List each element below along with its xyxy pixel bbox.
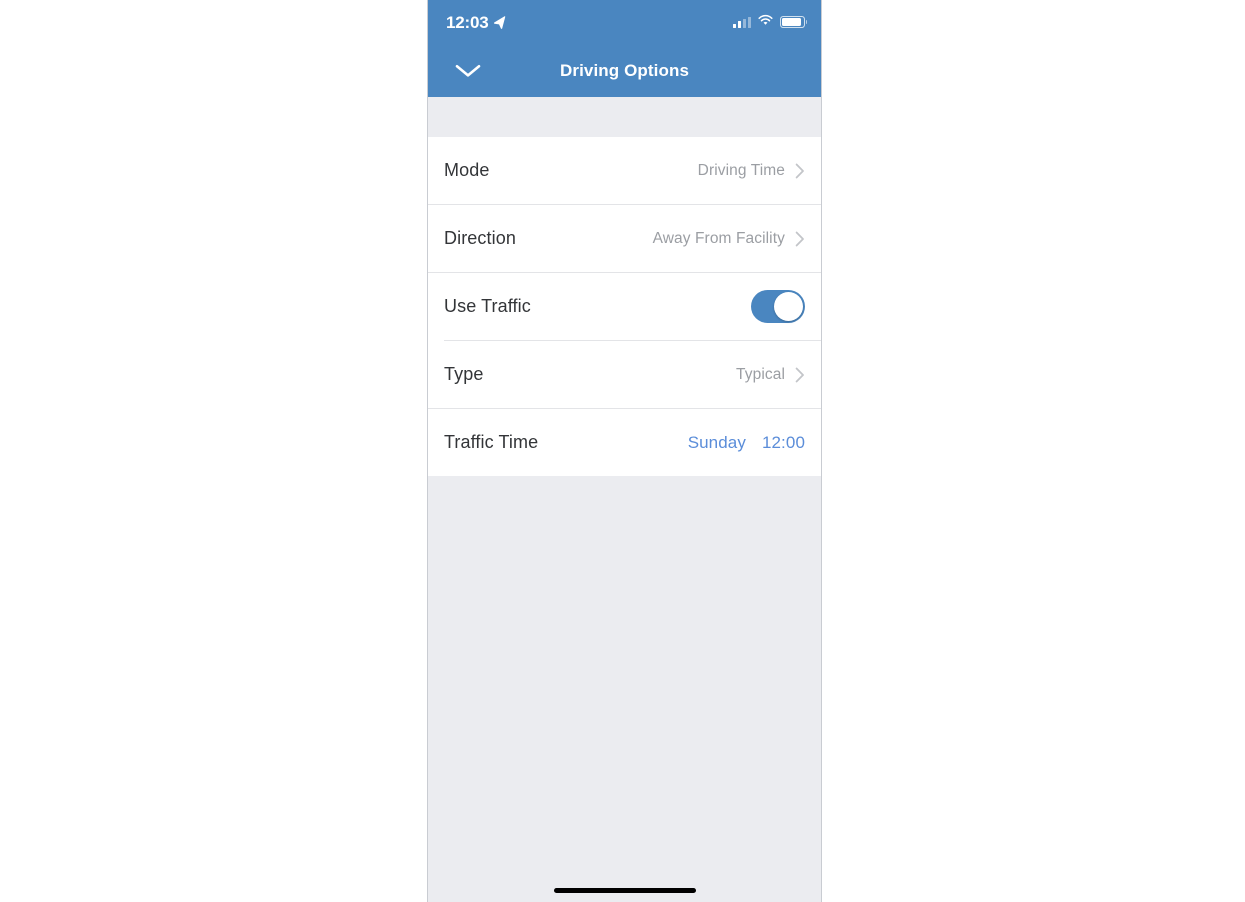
row-type-value-group: Typical	[736, 366, 805, 384]
row-traffic-time-label: Traffic Time	[444, 432, 539, 452]
chevron-down-icon[interactable]	[442, 49, 494, 93]
row-type-value: Typical	[736, 365, 785, 383]
cellular-signal-icon	[733, 16, 751, 28]
home-indicator[interactable]	[553, 888, 696, 893]
wifi-icon	[757, 13, 774, 31]
row-mode-label: Mode	[444, 160, 490, 180]
toggle-knob	[773, 291, 803, 322]
row-direction-label: Direction	[444, 228, 516, 248]
use-traffic-toggle[interactable]	[751, 290, 805, 323]
chevron-right-icon	[795, 367, 805, 383]
status-bar-right	[733, 13, 808, 31]
row-traffic-time-value-group: Sunday 12:00	[688, 433, 805, 453]
row-type-label: Type	[444, 364, 484, 384]
row-mode-value: Driving Time	[697, 161, 785, 179]
battery-icon	[780, 16, 808, 28]
row-mode-value-group: Driving Time	[698, 162, 805, 180]
row-use-traffic[interactable]: Use Traffic	[428, 273, 821, 340]
row-direction-value-group: Away From Facility	[653, 230, 805, 248]
row-mode[interactable]: Mode Driving Time	[428, 137, 821, 204]
driving-options-list: Mode Driving Time Direction Away From Fa…	[428, 137, 821, 476]
status-time: 12:03	[446, 12, 489, 32]
row-direction[interactable]: Direction Away From Facility	[428, 205, 821, 272]
row-direction-value: Away From Facility	[652, 229, 785, 247]
status-bar-left: 12:03	[446, 14, 506, 31]
location-arrow-icon	[493, 15, 506, 29]
navigation-bar: Driving Options	[428, 44, 821, 97]
phone-screen: 12:03 Driving Options Mode Driving Time …	[427, 0, 822, 902]
traffic-time-time-value[interactable]: 12:00	[762, 433, 805, 453]
status-bar: 12:03	[428, 0, 821, 44]
chevron-right-icon	[795, 231, 805, 247]
traffic-time-day-value[interactable]: Sunday	[688, 433, 746, 453]
chevron-right-icon	[795, 163, 805, 179]
app-header: 12:03 Driving Options	[428, 0, 821, 97]
row-traffic-time[interactable]: Traffic Time Sunday 12:00	[428, 409, 821, 476]
content-top-spacer	[428, 97, 821, 137]
settings-content: Mode Driving Time Direction Away From Fa…	[428, 97, 821, 902]
row-type[interactable]: Type Typical	[428, 341, 821, 408]
row-use-traffic-label: Use Traffic	[444, 296, 531, 316]
